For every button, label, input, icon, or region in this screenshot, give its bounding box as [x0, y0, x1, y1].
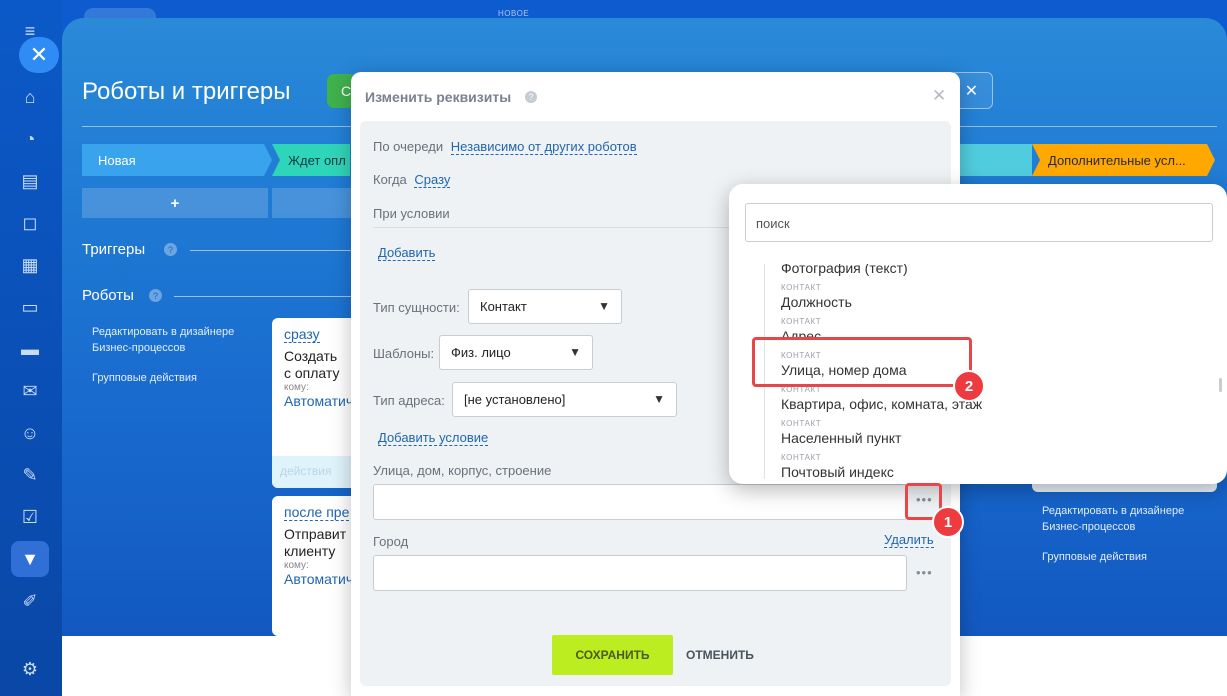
template-value: Физ. лицо — [451, 345, 511, 360]
list-item[interactable]: Населенный пункт — [781, 430, 901, 446]
list-item[interactable]: Квартира, офис, комната, этаж — [781, 396, 982, 412]
left-sidebar: ≡ ✕ ⌂ ◔ ▤ ◻ ▦ ▭ ▬ ✉ ☺ ✎ ☑ ▼ ✐ ⚙ — [0, 0, 62, 696]
help-icon[interactable]: ? — [525, 91, 537, 103]
step-badge: 1 — [932, 506, 964, 538]
page-title: Роботы и триггеры — [82, 78, 291, 105]
street-input[interactable] — [373, 484, 907, 520]
add-condition-link[interactable]: Добавить — [378, 245, 436, 261]
robots-line — [174, 296, 352, 297]
triggers-line — [190, 250, 352, 251]
add-trigger-button[interactable]: + — [82, 188, 268, 218]
queue-label: По очереди — [373, 139, 444, 154]
insert-field-button[interactable]: ••• — [916, 565, 933, 580]
help-icon[interactable]: ? — [164, 243, 177, 256]
pen-icon[interactable]: ✎ — [17, 462, 43, 488]
search-input[interactable]: поиск — [745, 203, 1213, 242]
address-type-label: Тип адреса: — [373, 393, 445, 408]
checkbox-icon[interactable]: ☑ — [17, 504, 43, 530]
scrollbar[interactable] — [1219, 378, 1222, 392]
list-item-group: КОНТАКТ — [781, 419, 822, 428]
chevron-down-icon: ▼ — [569, 345, 581, 359]
list-item[interactable]: Должность — [781, 294, 852, 310]
address-type-value: [не установлено] — [464, 392, 566, 407]
template-label: Шаблоны: — [373, 346, 435, 361]
entity-value: Контакт — [480, 299, 527, 314]
home-icon[interactable]: ⌂ — [17, 84, 43, 110]
tasks-icon[interactable]: ▤ — [17, 168, 43, 194]
group-actions-link[interactable]: Групповые действия — [1042, 549, 1147, 565]
add-trigger-button-2[interactable] — [272, 188, 352, 218]
stage-waiting-payment[interactable]: Ждет опл — [272, 144, 350, 176]
feed-icon[interactable]: ◔ — [17, 126, 43, 152]
funnel-icon[interactable]: ▼ — [17, 546, 43, 572]
robots-title: Роботы — [82, 287, 134, 304]
city-input[interactable] — [373, 555, 907, 591]
list-item[interactable]: Адрес — [781, 328, 821, 337]
robot-title: Создать с оплату — [284, 348, 340, 381]
city-label: Город — [373, 534, 409, 549]
delete-link[interactable]: Удалить — [884, 532, 934, 548]
group-actions-link[interactable]: Групповые действия — [92, 370, 197, 386]
contacts-icon[interactable]: ☺ — [17, 420, 43, 446]
entity-label: Тип сущности: — [373, 300, 460, 315]
robot-card[interactable]: после пре Отправит клиенту кому: Автомат… — [272, 496, 352, 636]
edit-doc-icon[interactable]: ✐ — [17, 588, 43, 614]
template-select[interactable]: Физ. лицо ▼ — [439, 335, 593, 370]
help-icon[interactable]: ? — [149, 289, 162, 302]
robot-auto[interactable]: Автоматич — [284, 571, 352, 587]
address-type-select[interactable]: [не установлено] ▼ — [452, 382, 677, 417]
robot-to: кому: — [284, 382, 309, 393]
new-label: НОВОЕ — [498, 9, 530, 18]
step-badge: 2 — [953, 370, 985, 402]
mail-icon[interactable]: ✉ — [17, 378, 43, 404]
list-item-group: КОНТАКТ — [781, 453, 822, 462]
close-slider-button[interactable]: ✕ — [19, 37, 59, 73]
stage-cyan[interactable] — [960, 144, 1032, 176]
edit-in-designer-link[interactable]: Редактировать в дизайнере Бизнес-процесс… — [1042, 503, 1212, 535]
add-condition-button[interactable]: Добавить условие — [378, 430, 489, 446]
settings-icon[interactable]: ⚙ — [17, 656, 43, 682]
robot-auto[interactable]: Автоматич — [284, 393, 352, 409]
save-button[interactable]: СОХРАНИТЬ — [552, 635, 673, 675]
robot-to: кому: — [284, 560, 309, 571]
chat-icon[interactable]: ◻ — [17, 210, 43, 236]
street-label: Улица, дом, корпус, строение — [373, 463, 552, 478]
list-item[interactable]: Почтовый индекс — [781, 464, 894, 479]
entity-select[interactable]: Контакт ▼ — [468, 289, 622, 324]
close-icon[interactable]: ✕ — [932, 86, 946, 106]
field-picker-popup: поиск Фотография (текст) КОНТАКТ Должнос… — [729, 184, 1227, 484]
highlight-box — [752, 337, 972, 387]
robot-actions[interactable]: действия — [272, 456, 352, 488]
robot-title: Отправит клиенту — [284, 526, 347, 559]
calendar-icon[interactable]: ▦ — [17, 252, 43, 278]
dialog-title: Изменить реквизиты — [365, 89, 512, 105]
edit-in-designer-link[interactable]: Редактировать в дизайнере Бизнес-процесс… — [92, 324, 262, 356]
stage-new[interactable]: Новая — [82, 144, 272, 176]
robot-card[interactable]: сразу Создать с оплату кому: Автоматич д… — [272, 318, 352, 488]
cancel-button[interactable]: ОТМЕНИТЬ — [686, 648, 754, 662]
condition-divider — [373, 227, 733, 228]
when-value[interactable]: Сразу — [414, 172, 451, 188]
card-icon[interactable]: ▬ — [17, 336, 43, 362]
when-label: Когда — [373, 172, 407, 187]
stage-extra-conditions[interactable]: Дополнительные усл... — [1032, 144, 1215, 176]
robot-when[interactable]: после пре — [284, 504, 350, 521]
robot-when[interactable]: сразу — [284, 326, 320, 343]
triggers-title: Триггеры — [82, 241, 146, 258]
list-item-group: КОНТАКТ — [781, 317, 822, 326]
condition-label: При условии — [373, 206, 450, 221]
queue-value[interactable]: Независимо от других роботов — [450, 139, 637, 155]
list-item-group: КОНТАКТ — [781, 283, 822, 292]
document-icon[interactable]: ▭ — [17, 294, 43, 320]
list-item[interactable]: Фотография (текст) — [781, 264, 908, 276]
chevron-down-icon: ▼ — [598, 299, 610, 313]
chevron-down-icon: ▼ — [653, 392, 665, 406]
